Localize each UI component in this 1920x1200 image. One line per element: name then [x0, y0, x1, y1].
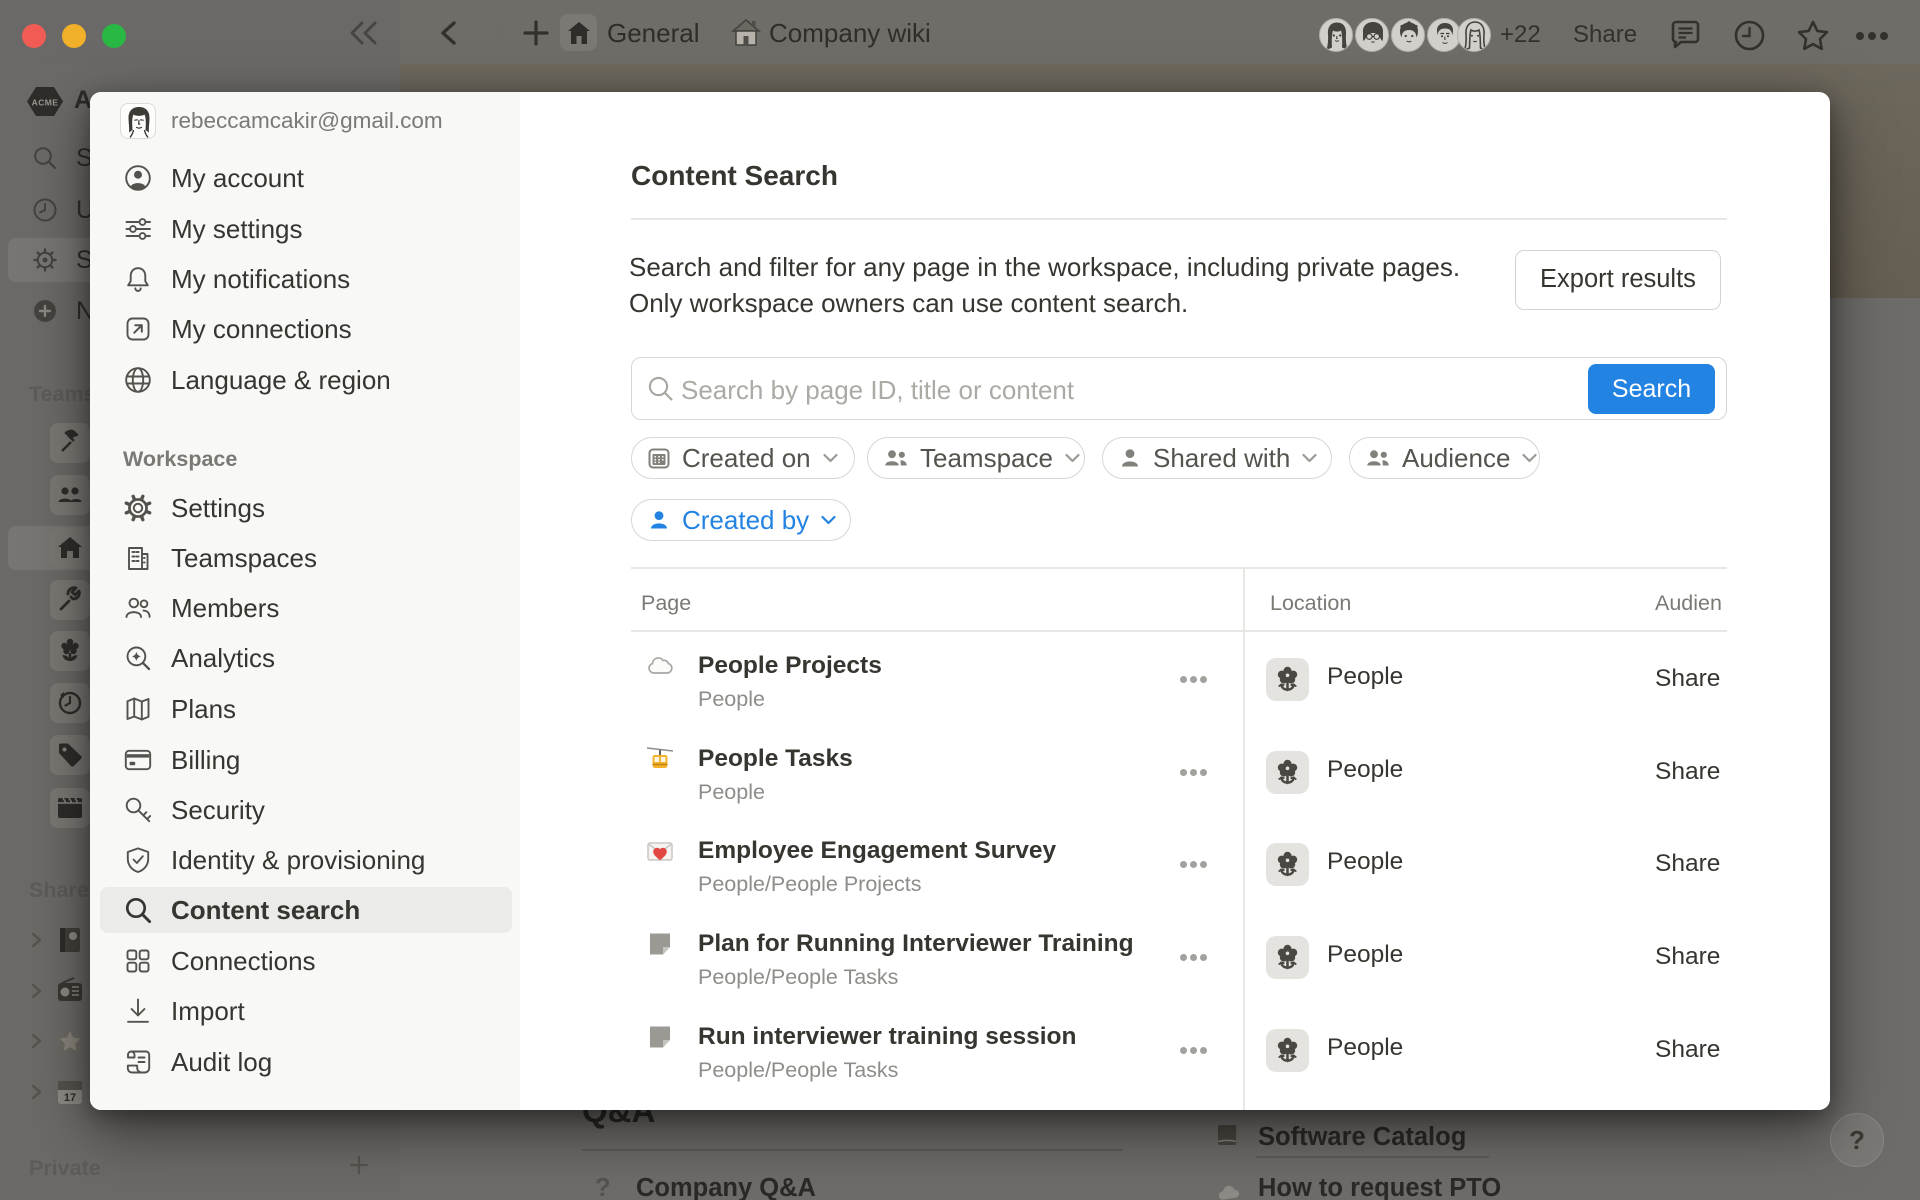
svg-text:17: 17	[64, 1092, 76, 1104]
svg-text:ACME: ACME	[32, 98, 59, 108]
